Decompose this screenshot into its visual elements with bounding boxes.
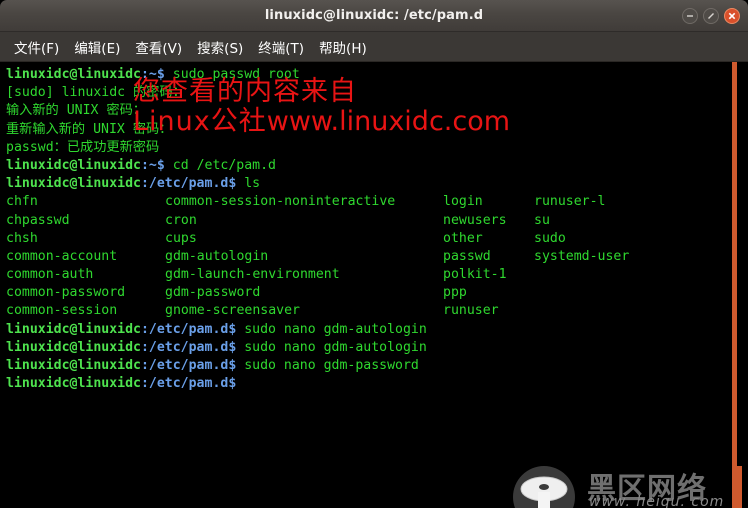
close-icon[interactable] bbox=[724, 8, 740, 24]
file-listing-row: chpasswd cron newusers su bbox=[6, 212, 736, 230]
file-entry: gnome-screensaver bbox=[165, 303, 300, 319]
file-entry: gdm-autologin bbox=[165, 248, 269, 264]
file-entry: runuser-l bbox=[534, 194, 606, 210]
terminal-line-prompt: linuxidc@linuxidc:/etc/pam.d$ sudo nano … bbox=[6, 357, 736, 375]
menu-item-terminal[interactable]: 终端(T) bbox=[252, 35, 310, 59]
file-entry: chsh bbox=[6, 230, 38, 246]
file-entry: sudo bbox=[534, 230, 566, 246]
file-entry: common-password bbox=[6, 285, 126, 301]
file-entry: cron bbox=[165, 212, 197, 228]
window-title: linuxidc@linuxidc: /etc/pam.d bbox=[264, 8, 484, 23]
prompt-user: linuxidc@linuxidc bbox=[6, 321, 141, 337]
file-entry: login bbox=[443, 194, 483, 210]
file-entry: common-session-noninteractive bbox=[165, 194, 396, 210]
prompt-user: linuxidc@linuxidc bbox=[6, 67, 141, 82]
file-entry: systemd-user bbox=[534, 248, 630, 264]
maximize-icon[interactable] bbox=[703, 8, 719, 24]
file-entry: gdm-launch-environment bbox=[165, 267, 340, 283]
file-entry: newusers bbox=[443, 212, 507, 228]
terminal-line-prompt: linuxidc@linuxidc:~$ sudo passwd root bbox=[6, 66, 736, 84]
prompt-user: linuxidc@linuxidc bbox=[6, 358, 141, 373]
prompt-user: linuxidc@linuxidc bbox=[6, 176, 141, 192]
menu-item-help[interactable]: 帮助(H) bbox=[313, 35, 373, 59]
menu-item-edit[interactable]: 编辑(E) bbox=[68, 35, 126, 59]
file-entry: common-auth bbox=[6, 267, 94, 283]
prompt-path: :/etc/pam.d$ bbox=[140, 321, 237, 337]
file-entry: common-session bbox=[6, 303, 118, 319]
file-listing-row: chfn common-session-noninteractive login ru… bbox=[6, 193, 736, 211]
terminal-line-output: 输入新的 UNIX 密码： bbox=[6, 103, 146, 119]
terminal-line-prompt: linuxidc@linuxidc:/etc/pam.d$ ls bbox=[6, 175, 736, 193]
file-entry: common-account bbox=[6, 248, 118, 264]
file-entry: other bbox=[443, 230, 483, 246]
heiqu-logo: 黑区网络 www. heiqu. com bbox=[513, 466, 748, 508]
prompt-user: linuxidc@linuxidc bbox=[6, 339, 141, 355]
logo-accent-bar bbox=[737, 466, 742, 508]
prompt-path: :/etc/pam.d$ bbox=[140, 339, 237, 355]
logo-url: www. heiqu. com bbox=[589, 494, 725, 508]
minimize-icon[interactable] bbox=[682, 8, 698, 24]
menu-item-search[interactable]: 搜索(S) bbox=[191, 35, 249, 59]
vertical-scrollbar[interactable] bbox=[732, 62, 737, 508]
file-entry: runuser bbox=[443, 303, 499, 319]
prompt-path: :/etc/pam.d$ bbox=[140, 376, 237, 392]
file-listing-row: common-password gdm-password ppp bbox=[6, 284, 736, 302]
prompt-command: cd /etc/pam.d bbox=[164, 157, 276, 173]
terminal-window: linuxidc@linuxidc: /etc/pam.d 文件(F) 编辑(E… bbox=[0, 0, 748, 508]
menubar: 文件(F) 编辑(E) 查看(V) 搜索(S) 终端(T) 帮助(H) bbox=[0, 32, 748, 62]
terminal-line-output: [sudo] linuxidc 的密码： bbox=[6, 85, 186, 101]
window-controls bbox=[682, 8, 740, 24]
file-entry: cups bbox=[165, 230, 197, 246]
prompt-path: :~$ bbox=[140, 157, 165, 173]
terminal-line-prompt: linuxidc@linuxidc:/etc/pam.d$ sudo nano … bbox=[6, 339, 736, 357]
prompt-user: linuxidc@linuxidc bbox=[6, 376, 141, 392]
prompt-command: sudo nano gdm-password bbox=[236, 358, 419, 373]
terminal-line-prompt: linuxidc@linuxidc:/etc/pam.d$ bbox=[6, 375, 736, 393]
prompt-command: ls bbox=[236, 176, 261, 192]
file-entry: su bbox=[534, 212, 550, 228]
prompt-command: sudo passwd root bbox=[164, 67, 300, 82]
prompt-command: sudo nano gdm-autologin bbox=[236, 321, 427, 337]
file-entry: chfn bbox=[6, 194, 38, 210]
menu-item-view[interactable]: 查看(V) bbox=[129, 35, 188, 59]
prompt-path: :/etc/pam.d$ bbox=[140, 358, 237, 373]
mushroom-icon bbox=[513, 466, 575, 508]
menu-item-file[interactable]: 文件(F) bbox=[8, 35, 65, 59]
terminal-output: linuxidc@linuxidc:~$ sudo passwd root [su… bbox=[6, 66, 736, 393]
terminal-line-output: passwd：已成功更新密码 bbox=[6, 139, 160, 155]
file-entry: ppp bbox=[443, 285, 467, 301]
prompt-command: sudo nano gdm-autologin bbox=[236, 339, 427, 355]
file-listing-row: chsh cups other sudo bbox=[6, 230, 736, 248]
file-listing-row: common-auth gdm-launch-environment polkit-… bbox=[6, 266, 736, 284]
file-entry: gdm-password bbox=[165, 285, 261, 301]
prompt-path: :~$ bbox=[140, 67, 165, 82]
file-listing-row: common-account gdm-autologin passwd systemd… bbox=[6, 248, 736, 266]
terminal-line-output: 重新输入新的 UNIX 密码： bbox=[6, 121, 173, 137]
prompt-user: linuxidc@linuxidc bbox=[6, 157, 141, 173]
file-entry: chpasswd bbox=[6, 212, 70, 228]
file-entry: polkit-1 bbox=[443, 267, 507, 283]
titlebar[interactable]: linuxidc@linuxidc: /etc/pam.d bbox=[0, 0, 748, 32]
terminal-line-prompt: linuxidc@linuxidc:/etc/pam.d$ sudo nano … bbox=[6, 321, 736, 339]
file-listing-row: common-session gnome-screensaver runuser bbox=[6, 302, 736, 320]
prompt-path: :/etc/pam.d$ bbox=[140, 176, 237, 192]
terminal-body[interactable]: linuxidc@linuxidc:~$ sudo passwd root [su… bbox=[0, 62, 748, 508]
file-entry: passwd bbox=[443, 248, 491, 264]
terminal-line-prompt: linuxidc@linuxidc:~$ cd /etc/pam.d bbox=[6, 157, 736, 175]
